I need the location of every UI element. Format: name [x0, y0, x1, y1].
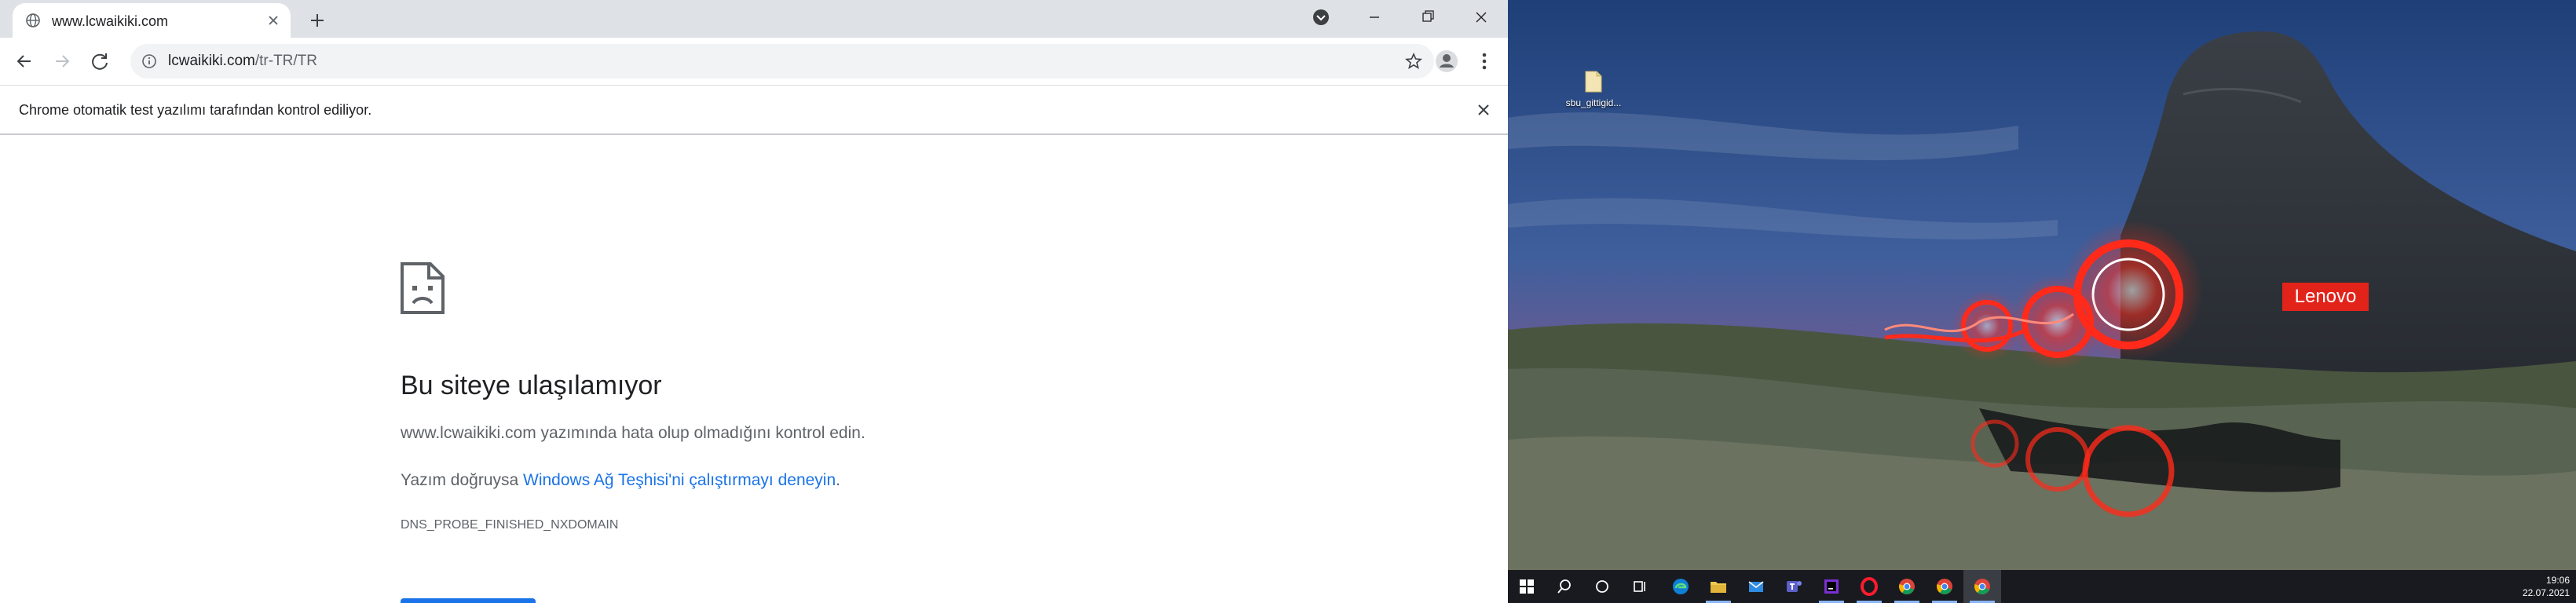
lenovo-wallpaper [1508, 0, 2576, 570]
infobar-message: Chrome otomatik test yazılımı tarafından… [19, 102, 372, 118]
task-view-icon [1634, 581, 1645, 592]
taskbar-file-explorer[interactable] [1700, 570, 1737, 603]
url-path: /tr-TR/TR [254, 53, 318, 69]
reload-icon[interactable] [85, 46, 115, 76]
reload-button[interactable] [401, 598, 536, 603]
clock-time: 19:06 [2545, 575, 2570, 586]
clock-date: 22.07.2021 [2522, 587, 2570, 598]
browser-toolbar: lcwaikiki.com/tr-TR/TR [0, 38, 1508, 85]
search-icon [1557, 579, 1571, 594]
desktop-file-label: sbu_gittigid... [1565, 97, 1622, 108]
taskbar-search[interactable] [1546, 570, 1583, 603]
file-explorer-icon [1711, 582, 1726, 593]
taskbar-chrome-1[interactable] [1888, 570, 1926, 603]
bookmark-star-icon[interactable] [1404, 52, 1423, 71]
forward-arrow-icon[interactable] [47, 46, 77, 76]
tab-title: www.lcwaikiki.com [52, 13, 169, 29]
tab-strip: www.lcwaikiki.com [0, 0, 1508, 38]
info-icon[interactable] [141, 53, 157, 69]
diagnostics-suffix: . [836, 471, 840, 489]
cortana-icon [1596, 580, 1608, 593]
taskbar-opera[interactable] [1850, 570, 1888, 603]
opera-icon [1861, 577, 1878, 596]
error-suggestion-diagnostics: Yazım doğruysa Windows Ağ Teşhisi'ni çal… [401, 471, 840, 490]
chrome-window: www.lcwaikiki.com lcwaikiki.com/tr-TR/TR… [0, 0, 1508, 603]
network-diagnostics-link[interactable]: Windows Ağ Teşhisi'ni çalıştırmayı deney… [523, 471, 836, 489]
kebab-menu-icon[interactable] [1470, 47, 1498, 75]
taskbar-intellij[interactable] [1813, 570, 1850, 603]
desktop-file-icon[interactable]: sbu_gittigid... [1558, 71, 1629, 108]
chrome-icon [1899, 579, 1915, 594]
file-icon [1585, 71, 1602, 93]
intellij-icon [1824, 579, 1839, 594]
close-tab-icon[interactable] [262, 9, 284, 31]
back-arrow-icon[interactable] [9, 46, 39, 76]
taskbar-task-view[interactable] [1621, 570, 1659, 603]
new-tab-button[interactable] [305, 8, 330, 33]
url-text[interactable]: lcwaikiki.com/tr-TR/TR [168, 53, 317, 70]
windows-desktop: sbu_gittigid... Lenovo 19:06 22.07.2021 [1508, 0, 2576, 603]
windows-taskbar: 19:06 22.07.2021 [1508, 570, 2576, 603]
sad-document-icon [401, 262, 445, 314]
teams-icon [1787, 581, 1802, 592]
taskbar-mail[interactable] [1737, 570, 1775, 603]
chrome-icon [1974, 579, 1990, 594]
system-clock[interactable]: 19:06 22.07.2021 [2523, 574, 2570, 599]
error-page: Bu siteye ulaşılamıyor www.lcwaikiki.com… [0, 135, 1508, 603]
taskbar-edge[interactable] [1662, 570, 1700, 603]
chrome-icon [1937, 579, 1952, 594]
error-title: Bu siteye ulaşılamıyor [401, 371, 662, 400]
mail-icon [1748, 581, 1764, 592]
diagnostics-prefix: Yazım doğruysa [401, 471, 524, 489]
lenovo-logo: Lenovo [2282, 283, 2369, 311]
taskbar-chrome-2[interactable] [1926, 570, 1963, 603]
url-host: lcwaikiki.com [168, 53, 255, 69]
close-infobar-icon[interactable] [1472, 98, 1495, 122]
tab-search-icon[interactable] [1301, 0, 1341, 35]
taskbar-chrome-3[interactable] [1963, 570, 2001, 603]
profile-avatar-icon[interactable] [1433, 47, 1461, 75]
close-window-icon[interactable] [1461, 0, 1502, 35]
automation-infobar: Chrome otomatik test yazılımı tarafından… [0, 85, 1508, 135]
browser-tab[interactable]: www.lcwaikiki.com [13, 3, 291, 38]
start-button[interactable] [1508, 570, 1546, 603]
minimize-icon[interactable] [1354, 0, 1395, 35]
globe-icon [26, 13, 40, 27]
restore-icon[interactable] [1407, 0, 1448, 35]
taskbar-teams[interactable] [1775, 570, 1813, 603]
edge-icon [1673, 579, 1689, 594]
address-bar[interactable]: lcwaikiki.com/tr-TR/TR [130, 44, 1434, 79]
error-code: DNS_PROBE_FINISHED_NXDOMAIN [401, 518, 619, 532]
windows-start-icon [1520, 579, 1534, 594]
taskbar-cortana[interactable] [1583, 570, 1621, 603]
error-suggestion-spelling: www.lcwaikiki.com yazımında hata olup ol… [401, 424, 865, 442]
